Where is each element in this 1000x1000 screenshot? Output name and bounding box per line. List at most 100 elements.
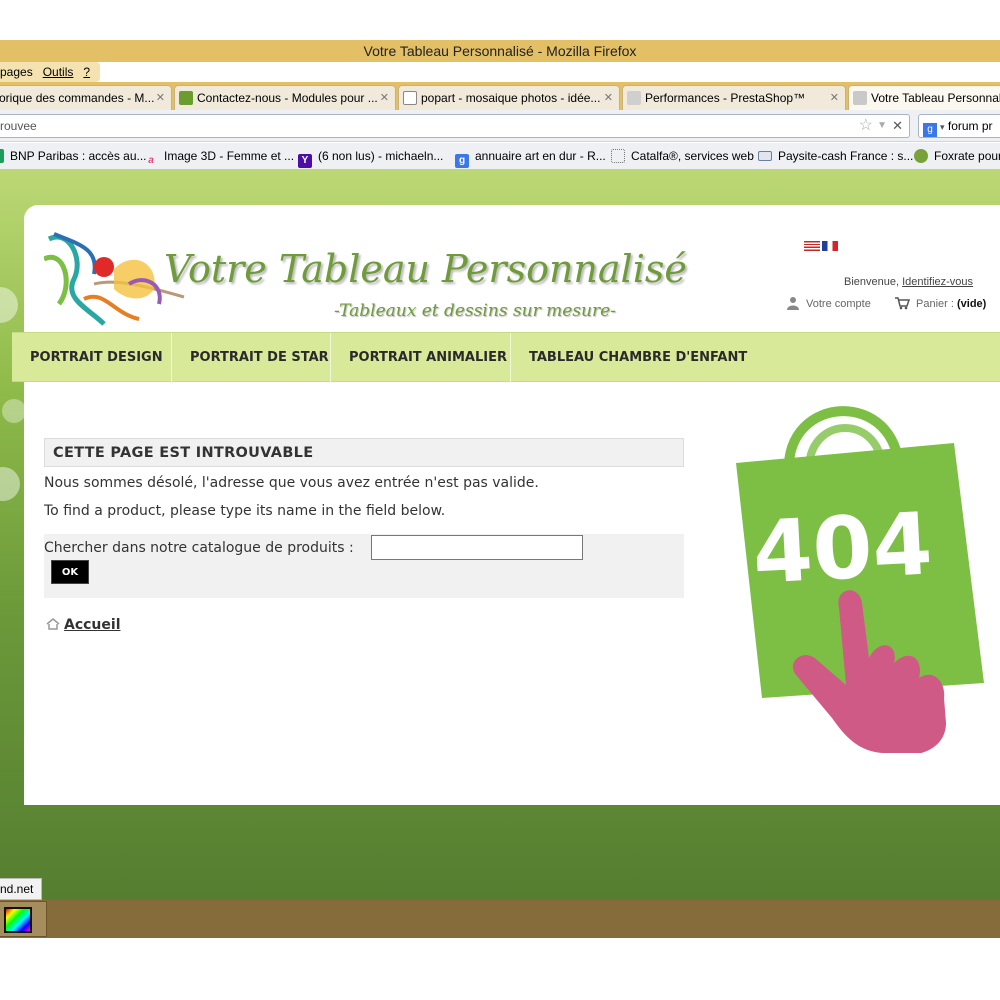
bag-404-text: 404	[750, 494, 935, 603]
close-tab-icon[interactable]: ✕	[156, 86, 165, 110]
welcome-prefix: Bienvenue,	[844, 276, 900, 288]
page-viewport: Votre Tableau Personnalisé -Tableaux et …	[0, 169, 1000, 900]
product-search-form: Chercher dans notre catalogue de produit…	[44, 534, 684, 598]
clear-icon[interactable]: ✕	[892, 115, 903, 137]
background-bokeh	[0, 287, 18, 323]
logo-title: Votre Tableau Personnalisé	[164, 247, 687, 291]
bookmark-label: BNP Paribas : accès au...	[10, 149, 147, 163]
tab-votre-tableau[interactable]: Votre Tableau Personnal	[848, 85, 1000, 110]
prestashop-icon	[179, 91, 193, 105]
search-label: Chercher dans notre catalogue de produit…	[44, 540, 354, 556]
bookmark-catalfa[interactable]: Catalfa®, services web	[611, 143, 754, 169]
tab-performances[interactable]: Performances - PrestaShop™ ✕	[622, 85, 846, 110]
account-link[interactable]: Votre compte	[786, 296, 871, 310]
window-title: Votre Tableau Personnalisé - Mozilla Fir…	[0, 40, 1000, 62]
menu-portrait-animalier[interactable]: PORTRAIT ANIMALIER	[331, 333, 511, 383]
cart-label: Panier :	[916, 298, 954, 310]
menu-item-pages[interactable]: pages	[0, 65, 33, 79]
home-label: Accueil	[64, 617, 121, 633]
navigation-bar: rouvee ☆ ▼ ✕ g ▾ forum pr	[0, 110, 1000, 142]
search-bar[interactable]: g ▾ forum pr	[918, 114, 1000, 138]
prestashop-icon	[627, 91, 641, 105]
color-palette-app-icon	[4, 907, 32, 933]
yahoo-icon: Y	[298, 154, 312, 168]
cart-summary[interactable]: Panier : (vide)	[894, 296, 986, 310]
url-text: rouvee	[0, 119, 37, 133]
menu-bar: pages Outils?	[0, 62, 100, 82]
home-link[interactable]: Accueil	[46, 617, 121, 633]
bookmark-yahoo[interactable]: Y (6 non lus) - michaeln...	[298, 143, 443, 169]
background-bokeh	[0, 467, 20, 501]
menu-portrait-de-star[interactable]: PORTRAIT DE STAR	[172, 333, 331, 383]
history-dropdown-icon[interactable]: ▼	[877, 115, 887, 137]
cart-icon	[895, 297, 910, 310]
close-tab-icon[interactable]: ✕	[604, 86, 613, 110]
dotted-frame-icon	[611, 149, 625, 163]
bookmark-label: Catalfa®, services web	[631, 149, 754, 163]
account-label: Votre compte	[806, 298, 871, 310]
bookmark-label: annuaire art en dur - R...	[475, 149, 606, 163]
screen: Votre Tableau Personnalisé - Mozilla Fir…	[0, 0, 1000, 1000]
close-tab-icon[interactable]: ✕	[830, 86, 839, 110]
search-engine-dropdown-icon[interactable]: ▾	[940, 122, 945, 132]
login-link[interactable]: Identifiez-vous	[902, 276, 973, 288]
bookmark-label: Paysite-cash France : s...	[778, 149, 914, 163]
bookmark-annuaire[interactable]: g annuaire art en dur - R...	[455, 143, 606, 169]
bookmark-label: Image 3D - Femme et ...	[164, 149, 295, 163]
bookmark-bnp[interactable]: BNP Paribas : accès au...	[0, 143, 147, 169]
ok-button[interactable]: OK	[51, 560, 89, 584]
bnp-icon	[0, 149, 4, 163]
tab-label: orique des commandes - M...	[0, 91, 155, 105]
error-heading-box: CETTE PAGE EST INTROUVABLE	[44, 438, 684, 467]
menu-tableau-chambre-enfant[interactable]: TABLEAU CHAMBRE D'ENFANT	[511, 333, 751, 383]
welcome-text: Bienvenue, Identifiez-vous	[844, 276, 973, 288]
site-logo[interactable]: Votre Tableau Personnalisé -Tableaux et …	[44, 229, 687, 329]
a-icon: a	[148, 155, 154, 166]
cart-value: (vide)	[956, 298, 987, 310]
bookmark-foxrate[interactable]: Foxrate pour	[914, 143, 1000, 169]
picture-icon	[403, 91, 417, 105]
logo-subtitle: -Tableaux et dessins sur mesure-	[334, 301, 616, 321]
product-search-input[interactable]	[371, 535, 583, 560]
tab-label: popart - mosaique photos - idée...	[421, 91, 601, 105]
taskbar	[0, 900, 1000, 938]
menu-item-outils[interactable]: Outils	[43, 65, 74, 79]
google-icon[interactable]: g	[923, 123, 937, 137]
error-title: CETTE PAGE EST INTROUVABLE	[53, 445, 314, 461]
taskbar-app-button[interactable]	[0, 901, 47, 937]
french-flag-icon[interactable]	[822, 240, 838, 251]
language-selector	[804, 235, 840, 254]
error-message: Nous sommes désolé, l'adresse que vous a…	[44, 475, 539, 491]
english-flag-icon[interactable]	[804, 240, 820, 251]
bookmark-paysite[interactable]: Paysite-cash France : s...	[758, 143, 913, 169]
foxrate-icon	[914, 149, 928, 163]
bookmark-label: (6 non lus) - michaeln...	[318, 149, 444, 163]
home-icon	[46, 618, 60, 630]
url-bar[interactable]: rouvee ☆ ▼ ✕	[0, 114, 910, 138]
card-icon	[758, 151, 772, 161]
menu-item-help[interactable]: ?	[83, 65, 90, 79]
bookmark-image3d[interactable]: a Image 3D - Femme et ...	[144, 143, 294, 169]
page-card: Votre Tableau Personnalisé -Tableaux et …	[12, 205, 1000, 805]
search-hint: To find a product, please type its name …	[44, 503, 446, 519]
tab-label: Contactez-nous - Modules pour ...	[197, 91, 378, 105]
tab-strip: orique des commandes - M... ✕ Contactez-…	[0, 82, 1000, 110]
shopping-bag-404-illustration: 404	[736, 406, 984, 753]
tab-label: Votre Tableau Personnal	[871, 91, 1000, 105]
tab-contactez-nous[interactable]: Contactez-nous - Modules pour ... ✕	[174, 85, 396, 110]
search-bar-text: forum pr	[947, 119, 993, 133]
painting-icon	[853, 91, 867, 105]
status-text: nd.net	[0, 878, 42, 900]
google-icon: g	[455, 154, 469, 168]
menu-portrait-design[interactable]: PORTRAIT DESIGN	[12, 333, 172, 383]
background-bokeh	[2, 399, 26, 423]
bookmark-label: Foxrate pour	[934, 149, 1000, 163]
close-tab-icon[interactable]: ✕	[380, 86, 389, 110]
bookmark-star-icon[interactable]: ☆	[859, 115, 873, 137]
user-icon	[787, 297, 799, 310]
category-menu: PORTRAIT DESIGN PORTRAIT DE STAR PORTRAI…	[12, 332, 1000, 383]
bookmarks-bar: BNP Paribas : accès au... a Image 3D - Fe…	[0, 143, 1000, 169]
tab-commandes[interactable]: orique des commandes - M... ✕	[0, 85, 172, 110]
tab-popart[interactable]: popart - mosaique photos - idée... ✕	[398, 85, 620, 110]
tab-label: Performances - PrestaShop™	[645, 91, 806, 105]
